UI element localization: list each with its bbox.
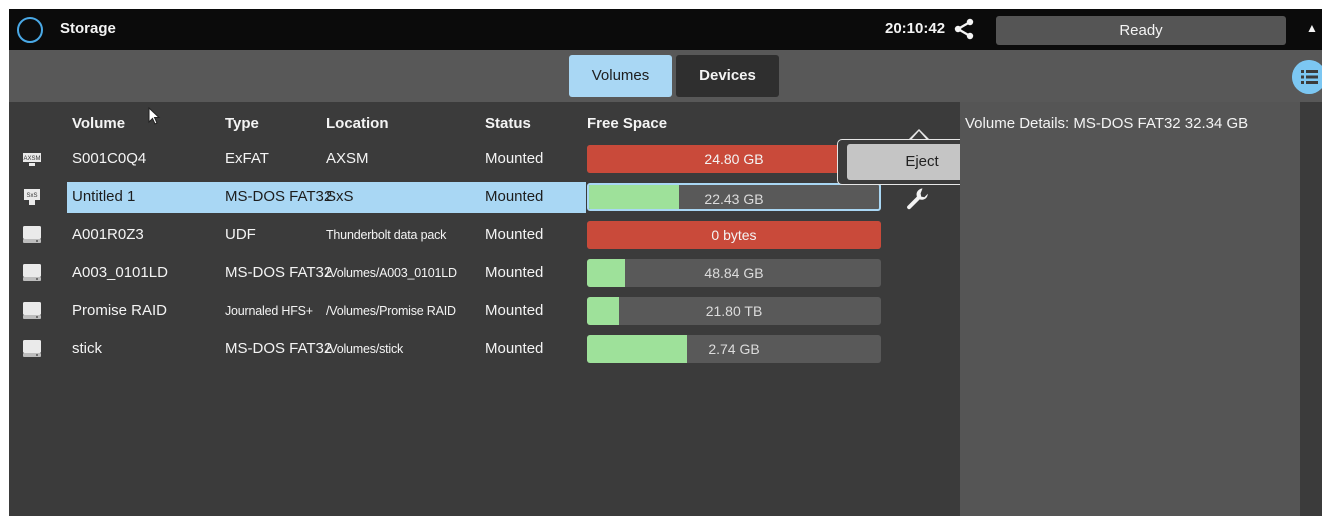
volume-name-cell: stick — [72, 340, 102, 357]
location-cell: AXSM — [326, 150, 369, 167]
hard-drive-icon — [23, 264, 41, 281]
status-cell: Mounted — [485, 226, 544, 243]
type-cell: MS-DOS FAT32 — [225, 188, 333, 205]
column-header-type[interactable]: Type — [225, 115, 259, 132]
app-logo-icon — [17, 17, 43, 43]
table-row[interactable]: SxS Untitled 1 MS-DOS FAT32 SxS Mounted 22.43… — [9, 178, 960, 214]
axsm-drive-icon: AXSM — [23, 153, 41, 166]
volume-details-panel: Volume Details: MS-DOS FAT32 32.34 GB — [960, 102, 1300, 516]
volume-name-cell: A003_0101LD — [72, 264, 168, 281]
column-header-free-space[interactable]: Free Space — [587, 115, 667, 132]
mouse-cursor-icon — [148, 107, 161, 125]
column-header-volume[interactable]: Volume — [72, 115, 125, 132]
volumes-table: Volume Type Location Status Free Space A… — [9, 102, 960, 516]
table-row[interactable]: AXSM S001C0Q4 ExFAT AXSM Mounted 24.80 GB — [9, 140, 960, 176]
app-title: Storage — [60, 20, 116, 37]
location-cell: /Volumes/Promise RAID — [326, 304, 456, 318]
hard-drive-icon — [23, 340, 41, 357]
clock: 20:10:42 — [885, 20, 946, 37]
status-indicator: Ready — [996, 16, 1286, 45]
column-header-location[interactable]: Location — [326, 115, 389, 132]
type-cell: MS-DOS FAT32 — [225, 264, 333, 281]
hard-drive-icon — [23, 302, 41, 319]
column-header-status[interactable]: Status — [485, 115, 531, 132]
volume-name-cell: Promise RAID — [72, 302, 168, 319]
type-cell: Journaled HFS+ — [225, 304, 313, 318]
svg-text:AXSM: AXSM — [23, 156, 40, 162]
free-space-bar[interactable]: 21.80 TB — [587, 297, 881, 325]
tab-volumes[interactable]: Volumes — [569, 55, 672, 97]
table-row[interactable]: stick MS-DOS FAT32/Volumes/stick Mounted 2.… — [9, 330, 960, 366]
free-space-label: 48.84 GB — [704, 265, 764, 281]
table-row[interactable]: A003_0101LD MS-DOS FAT32/Volumes/A003_010… — [9, 254, 960, 290]
sxs-drive-icon: SxS — [24, 189, 40, 205]
free-space-bar[interactable]: 22.43 GB — [587, 183, 881, 211]
status-cell: Mounted — [485, 188, 544, 205]
volume-name-cell: Untitled 1 — [72, 188, 136, 205]
free-space-bar[interactable]: 0 bytes — [587, 221, 881, 249]
volume-name-cell: S001C0Q4 — [72, 150, 147, 167]
table-row[interactable]: A001R0Z3 UDF Thunderbolt data pack Mounted 0… — [9, 216, 960, 252]
status-cell: Mounted — [485, 264, 544, 281]
list-view-icon[interactable] — [1292, 60, 1322, 94]
free-space-bar[interactable]: 48.84 GB — [587, 259, 881, 287]
free-space-label: 22.43 GB — [704, 191, 764, 207]
triangle-up-icon[interactable]: ▲ — [1306, 21, 1322, 37]
type-cell: MS-DOS FAT32 — [225, 340, 333, 357]
title-bar: Storage 20:10:42 Ready ▲ — [9, 9, 1322, 50]
share-icon[interactable] — [953, 18, 975, 40]
storage-app-window: Storage 20:10:42 Ready ▲ Volumes Devices… — [9, 9, 1322, 516]
hard-drive-icon — [23, 226, 41, 243]
free-space-label: 21.80 TB — [705, 303, 763, 319]
free-space-label: 0 bytes — [711, 227, 757, 243]
status-cell: Mounted — [485, 340, 544, 357]
svg-text:SxS: SxS — [26, 193, 37, 199]
wrench-icon[interactable] — [904, 186, 930, 212]
location-cell: SxS — [326, 188, 354, 205]
status-cell: Mounted — [485, 150, 544, 167]
location-cell: Thunderbolt data pack — [326, 228, 447, 242]
table-row[interactable]: Promise RAID Journaled HFS+ /Volumes/Promi… — [9, 292, 960, 328]
free-space-label: 2.74 GB — [708, 341, 760, 357]
volume-details-title: Volume Details: MS-DOS FAT32 32.34 GB — [965, 115, 1249, 132]
tab-bar: Volumes Devices — [9, 50, 1322, 102]
location-cell: /Volumes/A003_0101LD — [326, 266, 457, 280]
free-space-bar[interactable]: 2.74 GB — [587, 335, 881, 363]
status-cell: Mounted — [485, 302, 544, 319]
type-cell: UDF — [225, 226, 256, 243]
tab-devices[interactable]: Devices — [676, 55, 779, 97]
location-cell: /Volumes/stick — [326, 342, 404, 356]
type-cell: ExFAT — [225, 150, 269, 167]
volume-name-cell: A001R0Z3 — [72, 226, 144, 243]
